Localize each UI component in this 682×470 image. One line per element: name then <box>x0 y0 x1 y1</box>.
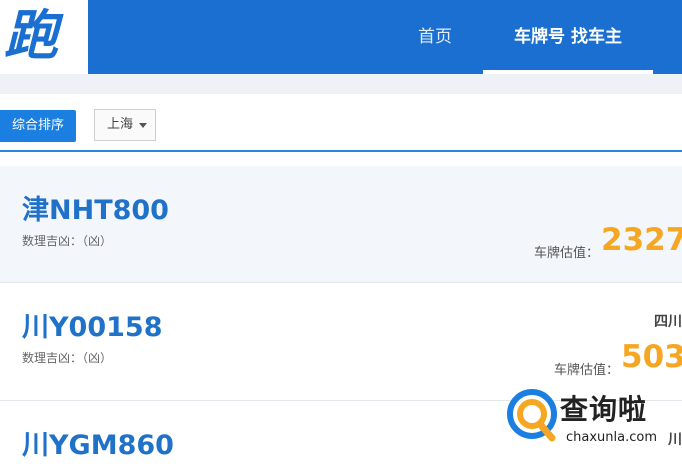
plate-value-label: 车牌估值： <box>534 246 600 261</box>
watermark: 查询啦 chaxunla.com <box>506 386 682 452</box>
nav-home[interactable]: 首页 <box>418 0 452 74</box>
plate-number[interactable]: 川YGM860 <box>22 423 174 462</box>
logo-char: 跑 <box>4 4 58 67</box>
city-select-value: 上海 <box>107 117 134 132</box>
plate-region: 四川 <box>654 314 682 330</box>
plate-number[interactable]: 川Y00158 <box>22 305 162 344</box>
watermark-site: chaxunla.com <box>566 430 657 445</box>
filter-bar: 综合排序 上海 <box>0 94 682 152</box>
logo[interactable]: 跑 <box>0 0 88 74</box>
city-select[interactable]: 上海 <box>94 109 156 141</box>
top-header: 跑 首页 车牌号 找车主 <box>0 0 682 74</box>
plate-value: 503 <box>621 339 682 375</box>
sort-button[interactable]: 综合排序 <box>0 110 76 142</box>
plate-fortune: 数理吉凶：（凶） <box>22 351 113 365</box>
watermark-title: 查询啦 <box>560 393 648 426</box>
plate-card[interactable]: 川Y00158 数理吉凶：（凶） 四川 车牌估值： 503 <box>0 283 682 401</box>
plate-card[interactable]: 津NHT800 数理吉凶：（凶） 车牌估值： 2327 <box>0 166 682 283</box>
plate-value: 2327 <box>601 222 682 258</box>
caret-down-icon <box>139 123 147 128</box>
plate-fortune: 数理吉凶：（凶） <box>22 234 113 248</box>
header-subbar <box>0 74 682 94</box>
plate-value-label: 车牌估值： <box>554 363 620 378</box>
nav-plate-search[interactable]: 车牌号 找车主 <box>483 0 653 74</box>
plate-number[interactable]: 津NHT800 <box>22 188 169 227</box>
search-magnifier-icon <box>507 389 557 442</box>
